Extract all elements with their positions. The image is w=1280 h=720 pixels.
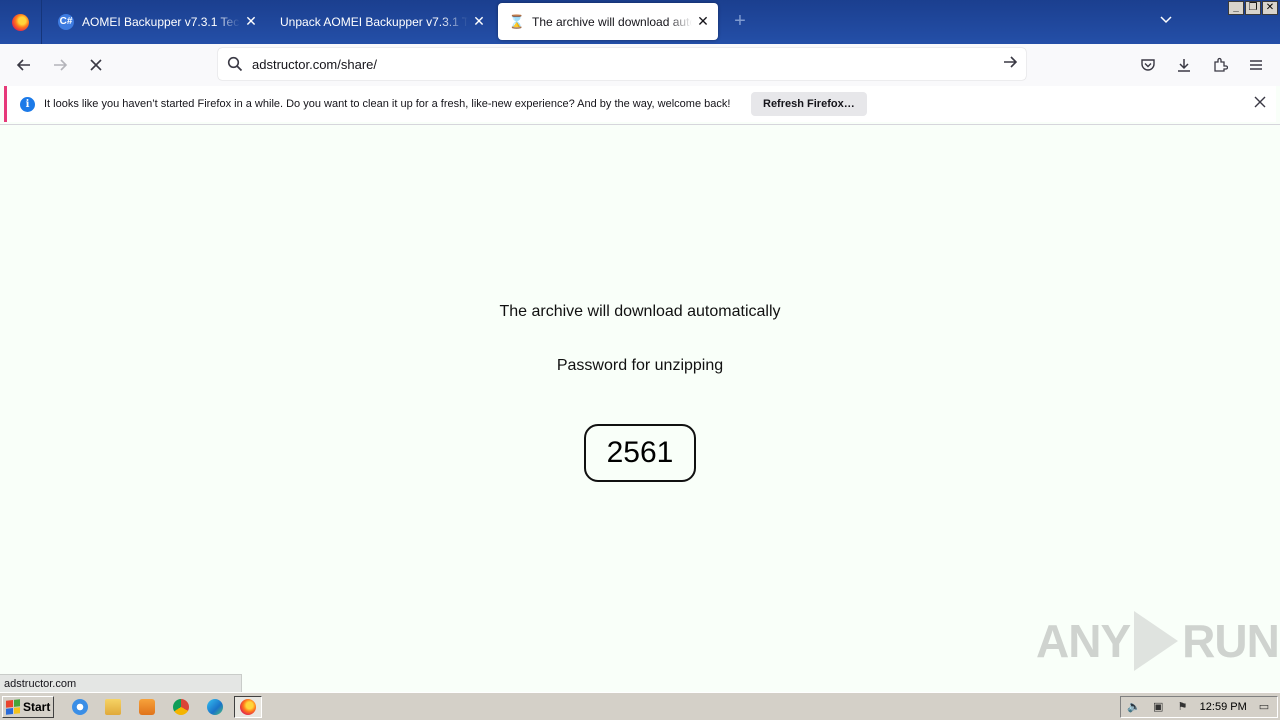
search-icon bbox=[220, 56, 250, 72]
tab-strip: C# AOMEI Backupper v7.3.1 Technician ✕ U… bbox=[0, 0, 1280, 44]
tab-close-icon[interactable]: ✕ bbox=[696, 13, 710, 30]
media-player-taskbar-icon[interactable] bbox=[133, 696, 161, 718]
clock[interactable]: 12:59 PM bbox=[1200, 701, 1247, 713]
go-arrow-icon[interactable] bbox=[994, 54, 1026, 75]
window-controls: _ ❐ ✕ bbox=[1228, 1, 1278, 15]
info-icon: i bbox=[20, 96, 35, 112]
edge-taskbar-icon[interactable] bbox=[201, 696, 229, 718]
firefox-view-button[interactable] bbox=[0, 0, 42, 44]
password-label: Password for unzipping bbox=[556, 357, 724, 374]
status-link-preview: adstructor.com bbox=[0, 674, 242, 692]
downloads-icon[interactable] bbox=[1171, 52, 1197, 78]
internet-explorer-taskbar-icon[interactable] bbox=[66, 696, 94, 718]
new-tab-plus-icon[interactable]: + bbox=[730, 10, 750, 34]
flag-icon[interactable]: ⚑ bbox=[1175, 700, 1189, 714]
close-window-icon[interactable]: ✕ bbox=[1262, 1, 1278, 15]
firefox-taskbar-icon[interactable] bbox=[234, 696, 262, 718]
url-bar[interactable]: adstructor.com/share/ bbox=[218, 48, 1026, 80]
stop-loading-icon[interactable] bbox=[83, 52, 109, 78]
tab-archive-download[interactable]: ⌛ The archive will download automaticall… bbox=[498, 3, 718, 40]
download-message: The archive will download automatically bbox=[499, 303, 781, 320]
tab-aomei-backupper[interactable]: C# AOMEI Backupper v7.3.1 Technician ✕ bbox=[46, 3, 266, 40]
navigation-toolbar: adstructor.com/share/ bbox=[0, 44, 1280, 86]
forward-arrow-icon[interactable] bbox=[47, 52, 73, 78]
tab-close-icon[interactable]: ✕ bbox=[472, 13, 486, 30]
minimize-icon[interactable]: _ bbox=[1228, 1, 1244, 15]
start-button[interactable]: Start bbox=[2, 696, 54, 718]
watermark-text-left: ANY bbox=[1036, 615, 1131, 667]
start-label: Start bbox=[23, 700, 51, 714]
page-content: The archive will download automatically … bbox=[0, 125, 1280, 690]
windows-logo-icon bbox=[6, 699, 20, 715]
system-tray: 🔈 ▣ ⚑ 12:59 PM ▭ bbox=[1120, 696, 1278, 718]
password-value: 2561 bbox=[584, 424, 696, 482]
tab-title: Unpack AOMEI Backupper v7.3.1 Technician bbox=[280, 14, 468, 29]
extensions-icon[interactable] bbox=[1207, 52, 1233, 78]
pocket-icon[interactable] bbox=[1135, 52, 1161, 78]
tab-close-icon[interactable]: ✕ bbox=[244, 13, 258, 30]
chrome-taskbar-icon[interactable] bbox=[167, 696, 195, 718]
watermark-text-right: RUN bbox=[1182, 615, 1280, 667]
show-desktop-icon[interactable]: ▭ bbox=[1257, 700, 1271, 714]
close-icon[interactable] bbox=[1254, 95, 1266, 111]
tab-title: The archive will download automatically bbox=[532, 14, 692, 29]
hourglass-icon: ⌛ bbox=[508, 13, 526, 29]
hamburger-menu-icon[interactable] bbox=[1243, 52, 1269, 78]
firefox-logo-icon bbox=[12, 13, 29, 31]
hash-icon: C# bbox=[58, 13, 74, 30]
back-arrow-icon[interactable] bbox=[11, 52, 37, 78]
notification-message: It looks like you haven’t started Firefo… bbox=[44, 98, 731, 110]
refresh-firefox-button[interactable]: Refresh Firefox… bbox=[751, 92, 867, 116]
volume-icon[interactable]: 🔈 bbox=[1127, 700, 1141, 714]
tab-title: AOMEI Backupper v7.3.1 Technician bbox=[82, 14, 240, 29]
anyrun-watermark: ANY RUN bbox=[1036, 609, 1280, 673]
taskbar: Start 🔈 ▣ ⚑ 12:59 PM ▭ bbox=[0, 692, 1280, 720]
network-icon[interactable]: ▣ bbox=[1151, 700, 1165, 714]
chevron-down-icon[interactable] bbox=[1156, 12, 1176, 32]
refresh-firefox-notification: i It looks like you haven’t started Fire… bbox=[4, 86, 1276, 122]
url-input[interactable]: adstructor.com/share/ bbox=[252, 57, 994, 72]
file-explorer-taskbar-icon[interactable] bbox=[99, 696, 127, 718]
tab-unpack-aomei[interactable]: Unpack AOMEI Backupper v7.3.1 Technician… bbox=[268, 3, 494, 40]
play-logo-icon bbox=[1134, 611, 1179, 671]
restore-icon[interactable]: ❐ bbox=[1245, 1, 1261, 15]
